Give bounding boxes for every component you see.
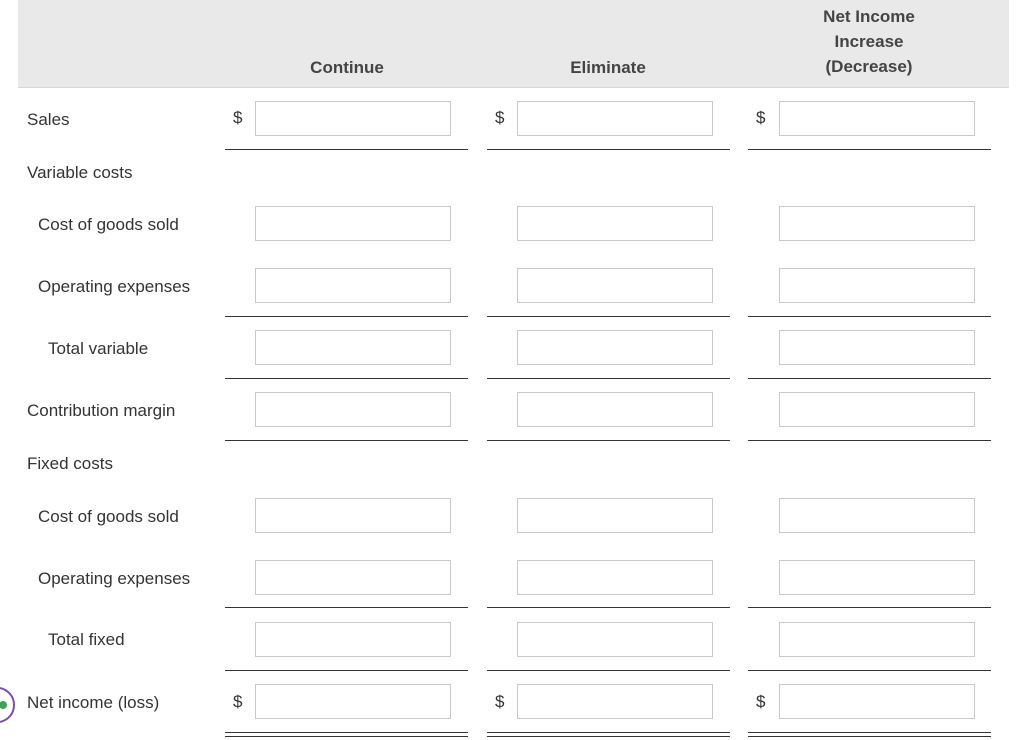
var-opex-net-income-input[interactable] — [779, 268, 975, 303]
fixed-cogs-net-income-input[interactable] — [779, 498, 975, 533]
divider — [487, 607, 730, 608]
divider — [487, 316, 730, 317]
column-header-eliminate: Eliminate — [570, 58, 646, 77]
var-opex-continue-input[interactable] — [255, 268, 451, 303]
column-header-net-income-line3: (Decrease) — [825, 57, 913, 76]
double-divider — [487, 732, 730, 737]
divider — [225, 607, 468, 608]
net-income-net-income-input[interactable] — [779, 684, 975, 719]
contribution-margin-net-income-input[interactable] — [779, 392, 975, 427]
fixed-opex-net-income-input[interactable] — [779, 560, 975, 595]
row-label-net-income: Net income (loss) — [27, 693, 160, 712]
total-fixed-net-income-input[interactable] — [779, 622, 975, 657]
fixed-opex-continue-input[interactable] — [255, 560, 451, 595]
total-variable-eliminate-input[interactable] — [517, 330, 713, 365]
column-header-net-income-line2: Increase — [834, 32, 904, 51]
row-label-variable-costs: Variable costs — [27, 163, 133, 182]
total-fixed-eliminate-input[interactable] — [517, 622, 713, 657]
net-income-continue-input[interactable] — [255, 684, 451, 719]
net-income-eliminate-input[interactable] — [517, 684, 713, 719]
fixed-cogs-continue-input[interactable] — [255, 498, 451, 533]
divider — [748, 440, 991, 441]
total-variable-net-income-input[interactable] — [779, 330, 975, 365]
column-header-net-income: Net Income Increase (Decrease) — [769, 4, 969, 79]
divider — [748, 378, 991, 379]
divider — [748, 607, 991, 608]
sales-net-income-input[interactable] — [779, 101, 975, 136]
divider — [225, 670, 468, 671]
divider — [748, 316, 991, 317]
double-divider — [748, 732, 991, 737]
fixed-cogs-eliminate-input[interactable] — [517, 498, 713, 533]
double-divider — [225, 732, 468, 737]
column-header-continue: Continue — [310, 58, 384, 77]
total-fixed-continue-input[interactable] — [255, 622, 451, 657]
column-header-net-income-line1: Net Income — [823, 7, 915, 26]
sales-eliminate-input[interactable] — [517, 101, 713, 136]
row-label-variable-opex: Operating expenses — [38, 277, 191, 296]
total-variable-continue-input[interactable] — [255, 330, 451, 365]
currency-symbol: $ — [756, 108, 766, 127]
divider — [487, 378, 730, 379]
row-label-sales: Sales — [27, 110, 70, 129]
row-label-fixed-costs: Fixed costs — [27, 454, 113, 473]
fixed-opex-eliminate-input[interactable] — [517, 560, 713, 595]
divider — [487, 440, 730, 441]
var-cogs-eliminate-input[interactable] — [517, 206, 713, 241]
var-opex-eliminate-input[interactable] — [517, 268, 713, 303]
divider — [225, 149, 468, 150]
divider — [225, 316, 468, 317]
currency-symbol: $ — [495, 692, 505, 711]
var-cogs-net-income-input[interactable] — [779, 206, 975, 241]
divider — [748, 149, 991, 150]
divider — [225, 378, 468, 379]
divider — [748, 670, 991, 671]
contribution-margin-eliminate-input[interactable] — [517, 392, 713, 427]
sales-continue-input[interactable] — [255, 101, 451, 136]
divider — [225, 440, 468, 441]
row-label-contribution-margin: Contribution margin — [27, 401, 176, 420]
contribution-margin-continue-input[interactable] — [255, 392, 451, 427]
currency-symbol: $ — [756, 692, 766, 711]
row-label-total-variable: Total variable — [48, 339, 149, 358]
currency-symbol: $ — [495, 108, 505, 127]
row-label-fixed-cogs: Cost of goods sold — [38, 507, 179, 526]
row-label-total-fixed: Total fixed — [48, 630, 125, 649]
divider — [487, 149, 730, 150]
row-label-variable-cogs: Cost of goods sold — [38, 215, 179, 234]
row-label-fixed-opex: Operating expenses — [38, 569, 191, 588]
var-cogs-continue-input[interactable] — [255, 206, 451, 241]
currency-symbol: $ — [233, 108, 243, 127]
floating-helper-icon[interactable] — [0, 686, 16, 724]
currency-symbol: $ — [233, 692, 243, 711]
divider — [487, 670, 730, 671]
